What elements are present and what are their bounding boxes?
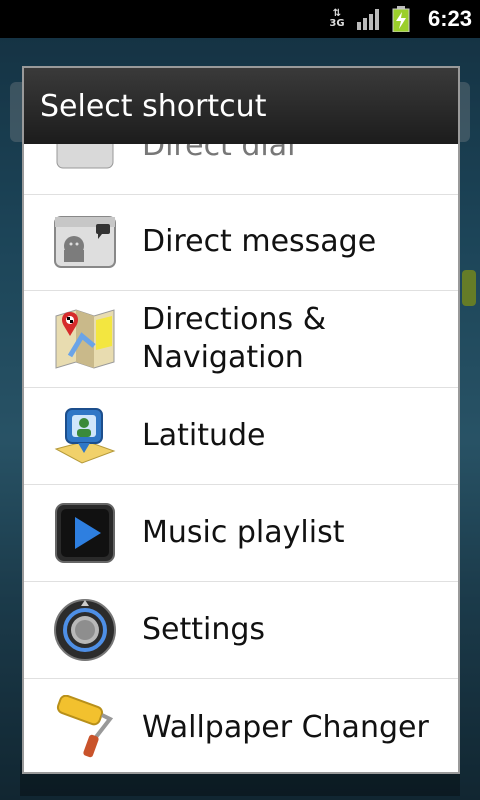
- paint-roller-icon: [50, 693, 120, 763]
- music-play-icon: [50, 498, 120, 568]
- list-item-directions-navigation[interactable]: Directions & Navigation: [24, 291, 458, 388]
- list-item-label: Music playlist: [142, 515, 345, 550]
- list-item-label: Directions & Navigation: [142, 302, 327, 375]
- signal-bars-icon: [356, 9, 379, 30]
- list-item-label: Latitude: [142, 418, 266, 453]
- navigation-map-icon: [50, 304, 120, 374]
- list-item-latitude[interactable]: Latitude: [24, 388, 458, 485]
- clock: 6:23: [427, 6, 472, 31]
- list-item-direct-message[interactable]: Direct message: [24, 194, 458, 291]
- list-item-label: Direct message: [142, 224, 377, 259]
- list-item-label: Wallpaper Changer: [142, 709, 429, 745]
- direct-message-icon: [50, 207, 120, 277]
- list-item-label: Settings: [142, 612, 266, 647]
- list-item-music-playlist[interactable]: Music playlist: [24, 485, 458, 582]
- select-shortcut-dialog: Select shortcut Direct dial Direct messa…: [22, 66, 460, 774]
- latitude-icon: [50, 401, 120, 471]
- data-arrows-icon: ⇅ 3G: [329, 8, 345, 29]
- dialog-title: Select shortcut: [24, 68, 458, 144]
- status-bar: ⇅ 3G 6:23: [0, 0, 480, 38]
- list-item-wallpaper-changer[interactable]: Wallpaper Changer: [24, 679, 458, 772]
- settings-knob-icon: [50, 595, 120, 665]
- list-item-settings[interactable]: Settings: [24, 582, 458, 679]
- battery-charging-icon: [392, 6, 410, 32]
